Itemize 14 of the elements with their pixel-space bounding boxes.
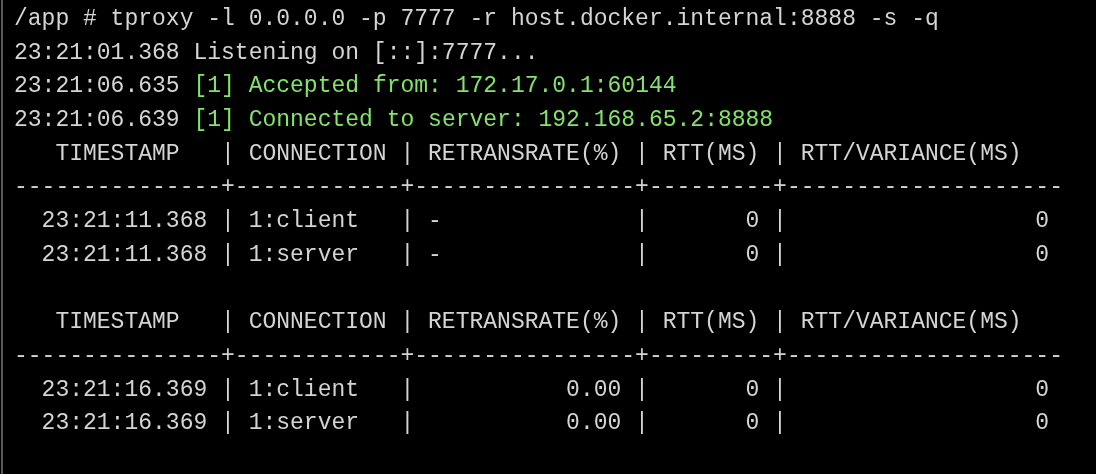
terminal-line: ---------------+------------+----------------+---------+-------------------- <box>14 173 1063 203</box>
terminal-line: 23:21:16.369 | 1:client | 0.00 | 0 | 0 <box>40 375 1050 405</box>
terminal-line: TIMESTAMP | CONNECTION | RETRANSRATE(%) | RTT(MS) | RTT/VARIANCE(MS) <box>54 308 1022 338</box>
terminal-line: TIMESTAMP | CONNECTION | RETRANSRATE(%) | RTT(MS) | RTT/VARIANCE(MS) <box>54 139 1022 169</box>
terminal-line: 23:21:01.368 Listening on [::]:7777... <box>14 38 539 68</box>
terminal-line: 23:21:16.369 | 1:server | 0.00 | 0 | 0 <box>40 409 1050 439</box>
log-message: [1] Accepted from: 172.17.0.1:60144 <box>193 72 677 102</box>
log-timestamp: 23:21:06.639 <box>14 106 180 136</box>
log-timestamp: 23:21:06.635 <box>14 72 180 102</box>
terminal-line: 23:21:11.368 | 1:client | - | 0 | 0 <box>40 207 1050 237</box>
terminal-line: ---------------+------------+----------------+---------+-------------------- <box>14 341 1063 371</box>
terminal-line: /app # tproxy -l 0.0.0.0 -p 7777 -r host.docker.internal:8888 -s -q <box>14 5 939 34</box>
terminal-line: 23:21:11.368 | 1:server | - | 0 | 0 <box>40 240 1050 270</box>
log-message: [1] Connected to server: 192.168.65.2:8888 <box>193 106 774 136</box>
